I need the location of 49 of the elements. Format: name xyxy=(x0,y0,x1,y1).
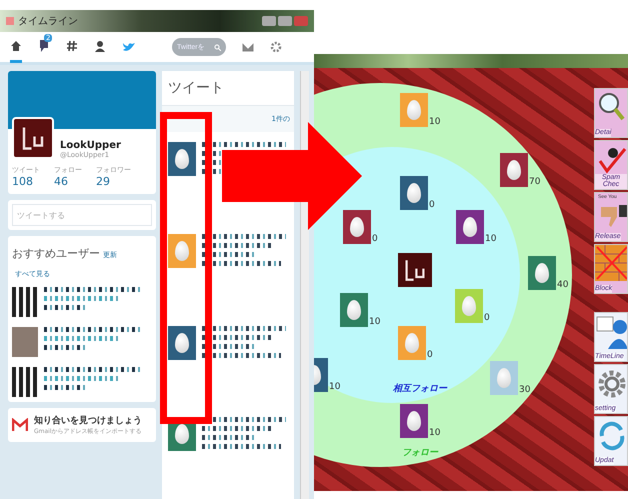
node-count: 0 xyxy=(372,234,378,244)
profile-name: LookUpper xyxy=(60,140,121,151)
hashtag-icon xyxy=(66,40,78,52)
bird-icon xyxy=(122,41,136,53)
egg-avatar[interactable] xyxy=(400,176,428,210)
node-count: 0 xyxy=(484,313,490,323)
search-icon xyxy=(214,44,221,51)
mention-icon xyxy=(38,38,50,52)
node-count: 0 xyxy=(427,350,433,360)
window-title: タイムライン xyxy=(18,15,78,28)
node-count: 10 xyxy=(369,317,380,327)
egg-avatar[interactable] xyxy=(528,256,556,290)
node-count: 70 xyxy=(529,177,540,187)
ring-label: 相互フォロー xyxy=(393,382,447,395)
home-icon xyxy=(10,40,22,52)
gmail-title: 知り合いを見つけましょう xyxy=(34,414,142,428)
node-count: 0 xyxy=(429,200,435,210)
section-title: おすすめユーザー xyxy=(12,247,100,260)
user-avatar xyxy=(12,367,38,398)
stat-value: 29 xyxy=(96,175,111,188)
speech-person-icon xyxy=(596,315,627,349)
user-avatar xyxy=(12,287,38,318)
stat-value: 108 xyxy=(12,175,34,188)
egg-avatar[interactable] xyxy=(340,293,368,327)
node-count: 10 xyxy=(485,234,496,244)
app-icon xyxy=(6,17,14,25)
brick-wall-icon xyxy=(595,245,627,281)
node-count: 40 xyxy=(557,280,568,290)
ring-label: フォロー xyxy=(402,447,438,459)
settings-icon xyxy=(270,41,282,53)
egg-avatar[interactable] xyxy=(400,404,428,438)
node-count: 10 xyxy=(429,117,440,127)
egg-avatar[interactable] xyxy=(456,210,484,244)
refresh-icon xyxy=(597,421,627,451)
node-count: 10 xyxy=(429,428,440,438)
gear-icon xyxy=(597,369,627,399)
tweet-input[interactable]: ツイートする xyxy=(12,204,152,226)
egg-avatar[interactable] xyxy=(343,210,371,244)
magnifier-icon xyxy=(597,91,625,121)
photo-placeholder xyxy=(12,327,38,358)
egg-avatar[interactable] xyxy=(500,153,528,187)
envelope-icon xyxy=(242,42,254,52)
node-count: 30 xyxy=(519,385,530,395)
arrow-icon xyxy=(222,122,362,230)
stat-value: 46 xyxy=(54,175,69,188)
mail-icon xyxy=(12,418,28,432)
node-count: 10 xyxy=(329,382,340,392)
person-icon xyxy=(94,40,106,52)
check-mark-icon xyxy=(597,145,627,175)
